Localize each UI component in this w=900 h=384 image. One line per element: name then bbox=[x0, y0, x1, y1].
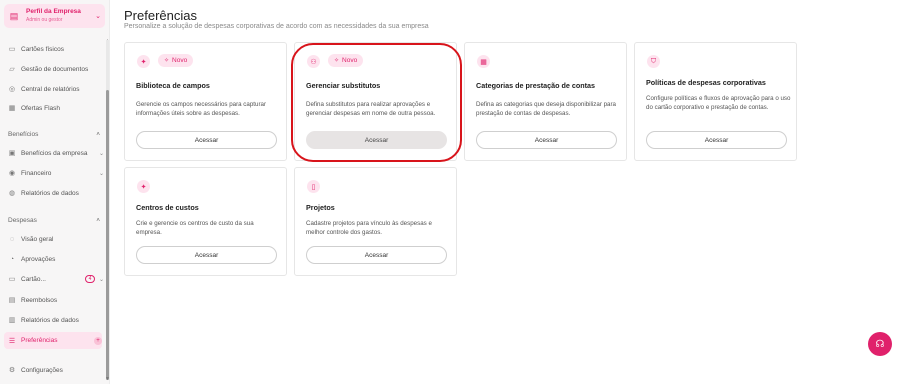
sidebar-item-label: Reembolsos bbox=[21, 296, 58, 304]
card-description: Cadastre projetos para vínculo às despes… bbox=[306, 220, 432, 236]
section-header: Despesas bbox=[8, 217, 37, 224]
sidebar-item-gestao-documentos[interactable]: ▱ Gestão de documentos bbox=[8, 62, 104, 76]
company-profile-switcher[interactable]: ▤ Perfil da Empresa Admin ou gestor ⌄ bbox=[4, 4, 105, 28]
chevron-down-icon: ⌄ bbox=[98, 150, 104, 157]
profile-role: Admin ou gestor bbox=[26, 16, 63, 23]
card-icon: ▭ bbox=[8, 276, 16, 283]
card-title: Biblioteca de campos bbox=[136, 81, 210, 90]
chevron-up-icon: ˄ bbox=[96, 217, 100, 224]
section-header: Benefícios bbox=[8, 131, 39, 138]
access-button[interactable]: Acessar bbox=[136, 246, 277, 264]
card-description: Gerencie os campos necessários para capt… bbox=[136, 101, 267, 117]
chevron-down-icon: ⌄ bbox=[98, 276, 104, 283]
new-badge: ✧ Novo bbox=[158, 54, 194, 67]
chart-icon: ◍ bbox=[8, 190, 16, 197]
sidebar-item-relatorios-beneficios[interactable]: ◍ Relatórios de dados bbox=[8, 186, 104, 200]
sidebar-item-beneficios-empresa[interactable]: ▣ Benefícios da empresa ⌄ bbox=[8, 146, 104, 160]
card-title: Projetos bbox=[306, 203, 335, 212]
sidebar: ▤ Perfil da Empresa Admin ou gestor ⌄ ▭ … bbox=[0, 0, 110, 384]
megaphone-icon: ✦ bbox=[137, 180, 150, 193]
grid-icon: ▦ bbox=[8, 105, 16, 112]
sidebar-item-label: Benefícios da empresa bbox=[21, 149, 88, 157]
card-icon: ▭ bbox=[8, 46, 16, 53]
access-button[interactable]: Acessar bbox=[136, 131, 277, 149]
shield-icon: ⛉ bbox=[647, 55, 660, 68]
profile-name: Perfil da Empresa bbox=[26, 8, 81, 16]
sliders-icon: ☰ bbox=[8, 337, 16, 345]
sidebar-item-label: Configurações bbox=[21, 366, 63, 374]
sidebar-item-central-relatorios[interactable]: ◎ Central de relatórios bbox=[8, 82, 104, 96]
chevron-down-icon: ⌄ bbox=[98, 170, 104, 177]
chart-icon: ▥ bbox=[8, 317, 16, 324]
folder-icon: ▱ bbox=[9, 66, 15, 73]
card-politicas-despesas: ⛉ Políticas de despesas corporativas Con… bbox=[634, 42, 797, 161]
sidebar-item-label: Cartão... bbox=[21, 275, 46, 283]
scrollbar-thumb[interactable] bbox=[106, 90, 109, 380]
chevron-up-icon: ˄ bbox=[96, 131, 100, 138]
card-centros-custos: ✦ Centros de custos Crie e gerencie os c… bbox=[124, 167, 287, 276]
card-biblioteca-campos: ✦ ✧ Novo Biblioteca de campos Gerencie os… bbox=[124, 42, 287, 161]
access-button[interactable]: Acessar bbox=[476, 131, 617, 149]
section-beneficios[interactable]: Benefícios ˄ bbox=[8, 131, 100, 138]
card-title: Centros de custos bbox=[136, 203, 199, 212]
megaphone-icon: ✦ bbox=[137, 55, 150, 68]
page-subtitle: Personalize a solução de despesas corpor… bbox=[124, 23, 429, 30]
card-description: Crie e gerencie os centros de custo da s… bbox=[136, 220, 254, 236]
sidebar-item-label: Central de relatórios bbox=[21, 85, 80, 93]
card-description: Configure políticas e fluxos de aprovaçã… bbox=[646, 95, 791, 111]
sidebar-item-label: Financeiro bbox=[21, 169, 52, 177]
headset-icon: ☊ bbox=[875, 338, 885, 350]
building-icon: ▤ bbox=[9, 10, 19, 21]
file-icon: ▯ bbox=[307, 180, 320, 193]
gift-icon: ▣ bbox=[8, 150, 16, 157]
sidebar-item-label: Gestão de documentos bbox=[21, 65, 89, 73]
count-badge: 4 bbox=[84, 275, 95, 283]
gear-icon: ⚙ bbox=[8, 367, 16, 374]
sidebar-item-reembolsos[interactable]: ▤ Reembolsos bbox=[8, 293, 104, 307]
plus-icon: + bbox=[94, 336, 102, 345]
sidebar-item-financeiro[interactable]: ◉ Financeiro ⌄ bbox=[8, 166, 104, 180]
eye-icon: ◌ bbox=[9, 235, 15, 243]
scroll-down-arrow[interactable]: ▼ bbox=[105, 376, 109, 382]
badge-label: Novo bbox=[172, 57, 188, 64]
access-button[interactable]: Acessar bbox=[306, 246, 447, 264]
sidebar-item-label: Preferências bbox=[21, 337, 58, 344]
grid-icon: ▦ bbox=[477, 55, 490, 68]
sidebar-item-preferencias[interactable]: ☰ Preferências + bbox=[4, 332, 102, 349]
sidebar-item-label: Aprovações bbox=[21, 255, 56, 263]
sidebar-item-aprovacoes[interactable]: ◔ Aprovações bbox=[8, 252, 104, 266]
access-button[interactable]: Acessar bbox=[646, 131, 787, 149]
sidebar-item-cartao[interactable]: ▭ Cartão... 4 ⌄ bbox=[8, 272, 104, 286]
receipt-icon: ▤ bbox=[8, 297, 16, 304]
sparkle-icon: ✧ bbox=[164, 58, 170, 64]
check-circle-icon: ◔ bbox=[9, 255, 15, 263]
sidebar-item-visao-geral[interactable]: ◌ Visão geral bbox=[8, 232, 104, 246]
sidebar-item-label: Cartões físicos bbox=[21, 45, 64, 53]
report-icon: ◎ bbox=[8, 86, 16, 93]
card-description: Defina as categorias que deseja disponib… bbox=[476, 101, 616, 117]
sidebar-scrollbar[interactable] bbox=[106, 40, 109, 380]
section-despesas[interactable]: Despesas ˄ bbox=[8, 217, 100, 224]
sidebar-item-label: Ofertas Flash bbox=[21, 104, 61, 112]
sidebar-item-cartoes-fisicos[interactable]: ▭ Cartões físicos bbox=[8, 42, 104, 56]
sidebar-item-label: Relatórios de dados bbox=[21, 189, 79, 197]
chevron-down-icon: ⌄ bbox=[95, 13, 101, 20]
card-projetos: ▯ Projetos Cadastre projetos para víncul… bbox=[294, 167, 457, 276]
sidebar-item-label: Visão geral bbox=[21, 235, 54, 243]
highlight-ring bbox=[291, 43, 462, 162]
sidebar-item-configuracoes[interactable]: ⚙ Configurações bbox=[8, 363, 104, 377]
sidebar-item-relatorios-despesas[interactable]: ▥ Relatórios de dados bbox=[8, 313, 104, 327]
card-title: Políticas de despesas corporativas bbox=[646, 78, 766, 87]
page-title: Preferências bbox=[124, 8, 197, 23]
support-chat-button[interactable]: ☊ bbox=[868, 332, 892, 356]
sidebar-item-label: Relatórios de dados bbox=[21, 316, 79, 324]
money-icon: ◉ bbox=[8, 170, 16, 177]
sidebar-item-ofertas-flash[interactable]: ▦ Ofertas Flash bbox=[8, 101, 104, 115]
card-title: Categorias de prestação de contas bbox=[476, 81, 596, 90]
card-categorias-prestacao: ▦ Categorias de prestação de contas Defi… bbox=[464, 42, 627, 161]
